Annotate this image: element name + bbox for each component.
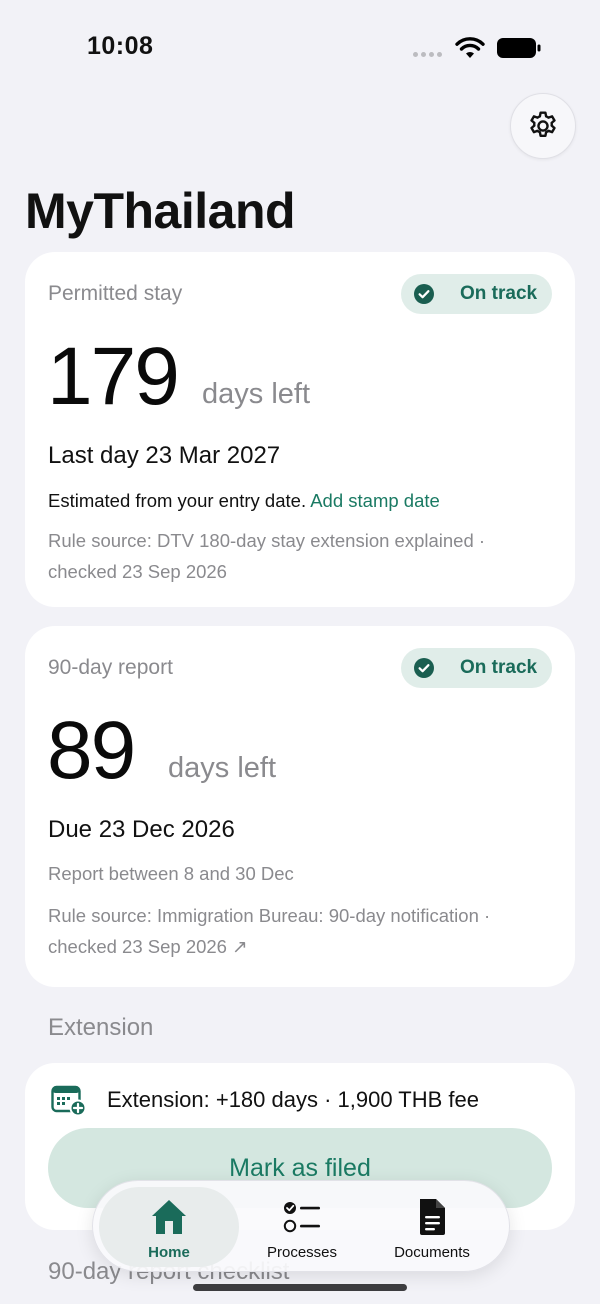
report-window: Report between 8 and 30 Dec [48, 863, 294, 884]
document-icon [420, 1199, 445, 1235]
last-day: Last day 23 Mar 2027 [48, 442, 281, 469]
home-icon [152, 1200, 186, 1234]
tab-bar: Home Processes Documents [92, 1180, 510, 1272]
battery-icon [497, 38, 541, 58]
status-badge: On track [401, 274, 552, 314]
days-left-number: 89 [47, 705, 136, 796]
home-indicator [193, 1284, 407, 1291]
permitted-stay-label: Permitted stay [48, 282, 183, 305]
signal-icon [413, 52, 442, 57]
tab-home[interactable]: Home [99, 1187, 239, 1267]
rule-source-link[interactable]: Rule source: Immigration Bureau: 90-day … [48, 900, 548, 962]
tab-label: Documents [394, 1244, 470, 1261]
add-stamp-date-link[interactable]: Add stamp date [310, 490, 440, 511]
due-date: Due 23 Dec 2026 [48, 816, 235, 843]
report-90-label: 90-day report [48, 656, 173, 679]
check-circle-icon [414, 284, 434, 304]
days-left-number: 179 [47, 331, 180, 422]
status-time: 10:08 [87, 32, 154, 60]
extension-section-heading: Extension [48, 1014, 154, 1041]
days-left-label: days left [168, 752, 276, 784]
estimate-text: Estimated from your entry date. [48, 490, 307, 511]
wifi-icon [455, 37, 485, 58]
report-90-card: 90-day report On track 89 days left Due … [25, 626, 575, 987]
days-left-label: days left [202, 378, 310, 410]
status-badge: On track [401, 648, 552, 688]
settings-button[interactable] [510, 93, 576, 159]
gear-icon [530, 111, 556, 137]
checklist-icon [283, 1202, 320, 1233]
calendar-add-icon [51, 1085, 87, 1116]
tab-label: Home [148, 1244, 190, 1261]
check-circle-icon [414, 658, 434, 678]
status-badge-text: On track [460, 283, 538, 304]
extension-summary: Extension: +180 days · 1,900 THB fee [107, 1087, 479, 1112]
estimate-note: Estimated from your entry date. Add stam… [48, 490, 440, 512]
permitted-stay-card: Permitted stay On track 179 days left La… [25, 252, 575, 607]
status-badge-text: On track [460, 657, 538, 678]
status-bar: 10:08 [0, 0, 600, 96]
tab-documents[interactable]: Documents [362, 1187, 502, 1267]
tab-label: Processes [266, 1244, 338, 1261]
rule-source[interactable]: Rule source: DTV 180-day stay extension … [48, 525, 548, 587]
tab-processes[interactable]: Processes [232, 1187, 372, 1267]
page-title: MyThailand [25, 183, 296, 239]
